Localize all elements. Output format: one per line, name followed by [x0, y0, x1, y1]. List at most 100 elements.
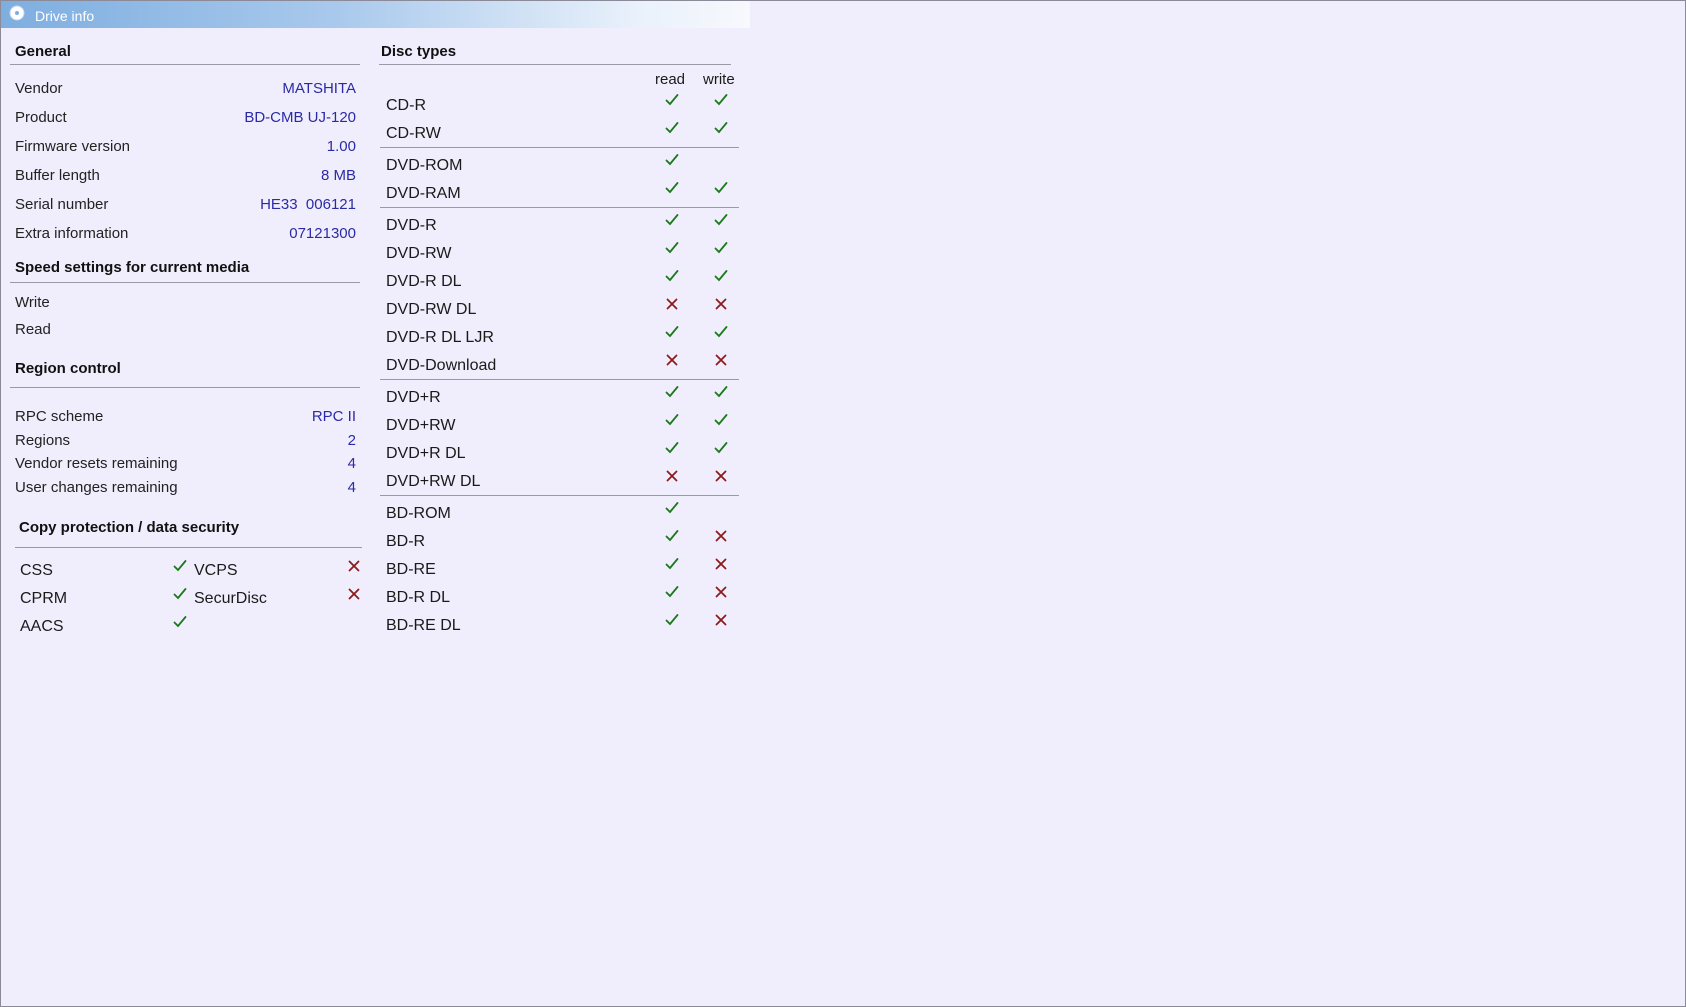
check-icon: [665, 182, 679, 194]
disc-type-row: BD-RE: [386, 558, 736, 587]
disc-type-name: CD-R: [386, 97, 426, 114]
copy-protection-aacs-label: AACS: [20, 618, 64, 635]
disc-group-divider: [380, 379, 739, 380]
copy-protection-securdisc-label: SecurDisc: [194, 590, 267, 607]
check-icon: [665, 154, 679, 166]
region-value: 4: [347, 478, 356, 496]
disc-type-name: BD-R DL: [386, 589, 451, 606]
general-label: Product: [15, 109, 67, 126]
general-value: 07121300: [289, 225, 356, 242]
title-bar: Drive info: [1, 1, 750, 28]
disc-type-name: BD-ROM: [386, 505, 451, 522]
disc-type-row: DVD-RW DL: [386, 298, 736, 327]
disc-group-divider: [380, 207, 739, 208]
cross-icon: [666, 298, 678, 310]
check-icon: [714, 326, 728, 338]
cross-icon: [348, 588, 360, 600]
general-label: Buffer length: [15, 167, 100, 184]
disc-type-name: DVD-RW: [386, 245, 452, 262]
region-value: 4: [347, 455, 356, 472]
disc-types-title: Disc types: [381, 43, 457, 60]
copy-protection-title: Copy protection / data security: [19, 519, 240, 536]
check-icon: [173, 588, 187, 600]
general-label: Vendor: [15, 80, 63, 97]
disc-type-row: BD-RE DL: [386, 614, 736, 643]
check-icon: [714, 182, 728, 194]
disc-type-row: DVD-ROM: [386, 154, 736, 183]
speed-read-label: Read: [15, 321, 51, 338]
check-icon: [714, 122, 728, 134]
region-label: User changes remaining: [15, 478, 178, 496]
disc-type-name: BD-RE DL: [386, 617, 461, 634]
disc-type-row: DVD-R: [386, 214, 736, 243]
region-label: RPC scheme: [15, 408, 104, 425]
check-icon: [714, 94, 728, 106]
cross-icon: [715, 558, 727, 570]
cross-icon: [666, 354, 678, 366]
general-value: HE33 006121: [260, 196, 356, 213]
window-title: Drive info: [35, 8, 95, 24]
write-column-header: write: [703, 71, 735, 88]
copy-protection-cprm-label: CPRM: [20, 590, 68, 607]
general-label: Serial number: [15, 196, 109, 213]
cross-icon: [715, 586, 727, 598]
general-value: 8 MB: [320, 167, 356, 184]
disc-icon: [9, 5, 25, 21]
disc-type-name: DVD-Download: [386, 357, 497, 374]
disc-type-name: DVD+RW: [386, 417, 456, 434]
disc-type-row: DVD-R DL: [386, 270, 736, 299]
cross-icon: [348, 560, 360, 572]
disc-type-name: BD-R: [386, 533, 426, 550]
check-icon: [665, 214, 679, 226]
disc-type-name: DVD-R DL LJR: [386, 329, 494, 346]
check-icon: [665, 442, 679, 454]
check-icon: [665, 386, 679, 398]
copy-protection-vcps-label: VCPS: [194, 562, 238, 579]
check-icon: [714, 386, 728, 398]
disc-type-name: DVD+RW DL: [386, 473, 481, 490]
disc-type-row: DVD+R DL: [386, 442, 736, 471]
disc-type-row: CD-R: [386, 94, 736, 123]
check-icon: [665, 242, 679, 254]
disc-type-name: DVD-R DL: [386, 273, 462, 290]
disc-type-row: DVD-R DL LJR: [386, 326, 736, 355]
cross-icon: [715, 354, 727, 366]
disc-type-row: BD-R: [386, 530, 736, 559]
speed-divider: [10, 282, 360, 283]
disc-type-row: DVD+RW: [386, 414, 736, 443]
region-value: 2: [347, 431, 356, 449]
general-value: BD-CMB UJ-120: [244, 109, 356, 126]
check-icon: [665, 326, 679, 338]
disc-type-name: DVD-ROM: [386, 157, 463, 174]
check-icon: [665, 502, 679, 514]
read-column-header: read: [655, 71, 686, 88]
general-divider: [10, 64, 360, 65]
speed-write-label: Write: [15, 294, 50, 311]
speed-section-title: Speed settings for current media: [15, 259, 250, 276]
region-label: Vendor resets remaining: [15, 455, 178, 472]
check-icon: [173, 560, 187, 572]
check-icon: [665, 530, 679, 542]
disc-type-name: CD-RW: [386, 125, 441, 142]
general-value: 1.00: [326, 138, 356, 155]
general-section-title: General: [15, 43, 71, 60]
disc-group-divider: [380, 147, 739, 148]
disc-type-name: DVD-RAM: [386, 185, 461, 202]
cross-icon: [666, 470, 678, 482]
check-icon: [714, 242, 728, 254]
check-icon: [714, 414, 728, 426]
check-icon: [665, 586, 679, 598]
region-label: Regions: [15, 431, 71, 449]
disc-type-name: DVD+R DL: [386, 445, 466, 462]
disc-type-row: DVD-RW: [386, 242, 736, 271]
disc-group-divider: [380, 495, 739, 496]
app-window: [0, 0, 1686, 1007]
disc-type-row: DVD+R: [386, 386, 736, 415]
check-icon: [665, 122, 679, 134]
disc-type-name: DVD-RW DL: [386, 301, 477, 318]
general-label: Extra information: [15, 225, 129, 242]
copy-protection-divider: [15, 547, 362, 548]
check-icon: [665, 614, 679, 626]
general-value: MATSHITA: [282, 80, 356, 97]
check-icon: [714, 214, 728, 226]
